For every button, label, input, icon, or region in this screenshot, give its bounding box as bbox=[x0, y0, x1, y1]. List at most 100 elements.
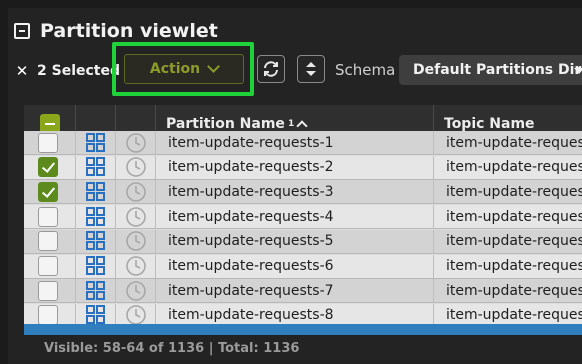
clock-icon bbox=[125, 280, 146, 301]
row-checkbox[interactable] bbox=[38, 206, 58, 227]
grid-view-icon[interactable] bbox=[85, 231, 106, 251]
row-topic-name: item-update-requests bbox=[434, 279, 582, 302]
row-grid-cell bbox=[76, 279, 116, 303]
row-topic-name: item-update-requests bbox=[434, 230, 582, 253]
partition-name-header-label: Partition Name bbox=[166, 116, 285, 132]
sort-toggle-button[interactable] bbox=[297, 55, 325, 83]
row-checkbox[interactable] bbox=[38, 157, 58, 178]
partition-name-text: item-update-requests-3 bbox=[168, 183, 334, 200]
grid-view-icon[interactable] bbox=[85, 305, 106, 325]
table-row[interactable]: item-update-requests-2 item-update-reques… bbox=[24, 155, 582, 180]
topic-name-header-label: Topic Name bbox=[444, 116, 535, 132]
row-grid-cell bbox=[76, 254, 116, 278]
topic-name-text: item-update-requests bbox=[446, 159, 582, 176]
schema-caret-icon[interactable] bbox=[574, 68, 582, 74]
row-checkbox-cell bbox=[24, 254, 76, 278]
row-grid-cell bbox=[76, 155, 116, 179]
row-clock-cell bbox=[116, 180, 156, 204]
schema-select[interactable]: Default Partitions Dir bbox=[399, 55, 582, 85]
refresh-icon bbox=[264, 61, 278, 77]
row-checkbox-cell bbox=[24, 205, 76, 229]
clock-icon bbox=[125, 157, 146, 177]
row-clock-cell bbox=[116, 254, 156, 278]
row-topic-name: item-update-requests bbox=[434, 205, 582, 228]
row-grid-cell bbox=[76, 180, 116, 204]
topic-name-text: item-update-requests bbox=[446, 282, 582, 299]
row-topic-name: item-update-requests bbox=[434, 131, 582, 154]
row-partition-name: item-update-requests-7 bbox=[156, 279, 434, 303]
row-partition-name: item-update-requests-4 bbox=[156, 205, 434, 229]
row-grid-cell bbox=[76, 131, 116, 154]
schema-select-value: Default Partitions Dir bbox=[413, 62, 582, 78]
grid-view-icon[interactable] bbox=[85, 206, 106, 227]
topic-name-text: item-update-requests bbox=[446, 258, 582, 274]
row-topic-name: item-update-requests bbox=[434, 180, 582, 203]
row-checkbox[interactable] bbox=[38, 256, 58, 276]
horizontal-scrollbar[interactable] bbox=[24, 324, 582, 335]
topic-name-text: item-update-requests bbox=[446, 134, 582, 151]
viewlet-title-row: Partition viewlet bbox=[14, 18, 218, 44]
table-row[interactable]: item-update-requests-3 item-update-reques… bbox=[24, 180, 582, 205]
topic-name-text: item-update-requests bbox=[446, 307, 582, 324]
partition-name-text: item-update-requests-2 bbox=[168, 159, 334, 176]
table-row[interactable]: item-update-requests-1 item-update-reques… bbox=[24, 131, 582, 155]
row-checkbox-cell bbox=[24, 229, 76, 253]
clear-selection-icon[interactable]: ✕ bbox=[14, 63, 30, 79]
clock-icon bbox=[125, 256, 146, 276]
clock-icon bbox=[125, 182, 146, 202]
action-highlight-box bbox=[112, 42, 254, 96]
row-clock-cell bbox=[116, 131, 156, 154]
row-checkbox-cell bbox=[24, 279, 76, 303]
sort-arrows-icon bbox=[306, 62, 316, 76]
row-clock-cell bbox=[116, 205, 156, 229]
partition-name-text: item-update-requests-6 bbox=[168, 258, 334, 274]
selected-count: 2 Selected bbox=[37, 63, 120, 79]
table-row[interactable]: item-update-requests-4 item-update-reques… bbox=[24, 205, 582, 230]
table-row[interactable]: item-update-requests-7 item-update-reques… bbox=[24, 279, 582, 304]
row-checkbox-cell bbox=[24, 180, 76, 204]
partition-name-text: item-update-requests-4 bbox=[168, 208, 334, 225]
row-partition-name: item-update-requests-2 bbox=[156, 155, 434, 179]
grid-status-footer: Visible: 58-64 of 1136 | Total: 1136 bbox=[44, 341, 300, 356]
row-clock-cell bbox=[116, 279, 156, 303]
table-row[interactable]: item-update-requests-6 item-update-reques… bbox=[24, 254, 582, 279]
topic-name-text: item-update-requests bbox=[446, 233, 582, 250]
clock-icon bbox=[125, 132, 146, 153]
viewlet-title: Partition viewlet bbox=[40, 20, 218, 42]
grid-view-icon[interactable] bbox=[85, 157, 106, 177]
row-partition-name: item-update-requests-1 bbox=[156, 131, 434, 154]
row-grid-cell bbox=[76, 229, 116, 253]
collapse-icon[interactable] bbox=[14, 23, 30, 39]
row-partition-name: item-update-requests-3 bbox=[156, 180, 434, 204]
topic-name-text: item-update-requests bbox=[446, 183, 582, 200]
row-checkbox[interactable] bbox=[38, 181, 58, 202]
row-clock-cell bbox=[116, 229, 156, 253]
partition-name-text: item-update-requests-1 bbox=[168, 134, 334, 151]
topic-name-text: item-update-requests bbox=[446, 208, 582, 225]
partition-grid: Partition Name 1 Topic Name item-update-… bbox=[24, 105, 582, 335]
row-partition-name: item-update-requests-6 bbox=[156, 254, 434, 278]
row-partition-name: item-update-requests-5 bbox=[156, 229, 434, 253]
row-checkbox-cell bbox=[24, 131, 76, 154]
clock-icon bbox=[125, 231, 146, 252]
row-clock-cell bbox=[116, 155, 156, 179]
row-grid-cell bbox=[76, 205, 116, 229]
row-checkbox-cell bbox=[24, 155, 76, 179]
schema-label: Schema bbox=[335, 61, 396, 79]
grid-view-icon[interactable] bbox=[85, 181, 106, 202]
clock-icon bbox=[125, 206, 146, 227]
row-topic-name: item-update-requests bbox=[434, 255, 582, 278]
sort-ascending-icon bbox=[296, 120, 308, 132]
row-checkbox[interactable] bbox=[38, 280, 58, 301]
grid-view-icon[interactable] bbox=[85, 132, 106, 153]
partition-name-text: item-update-requests-7 bbox=[168, 282, 334, 299]
row-checkbox[interactable] bbox=[38, 231, 58, 252]
partition-name-text: item-update-requests-5 bbox=[168, 233, 334, 250]
table-row[interactable]: item-update-requests-5 item-update-reques… bbox=[24, 229, 582, 254]
grid-view-icon[interactable] bbox=[85, 256, 106, 276]
row-topic-name: item-update-requests bbox=[434, 156, 582, 179]
row-checkbox[interactable] bbox=[38, 305, 58, 326]
grid-view-icon[interactable] bbox=[85, 280, 106, 301]
refresh-button[interactable] bbox=[257, 55, 285, 83]
row-checkbox[interactable] bbox=[38, 132, 58, 153]
